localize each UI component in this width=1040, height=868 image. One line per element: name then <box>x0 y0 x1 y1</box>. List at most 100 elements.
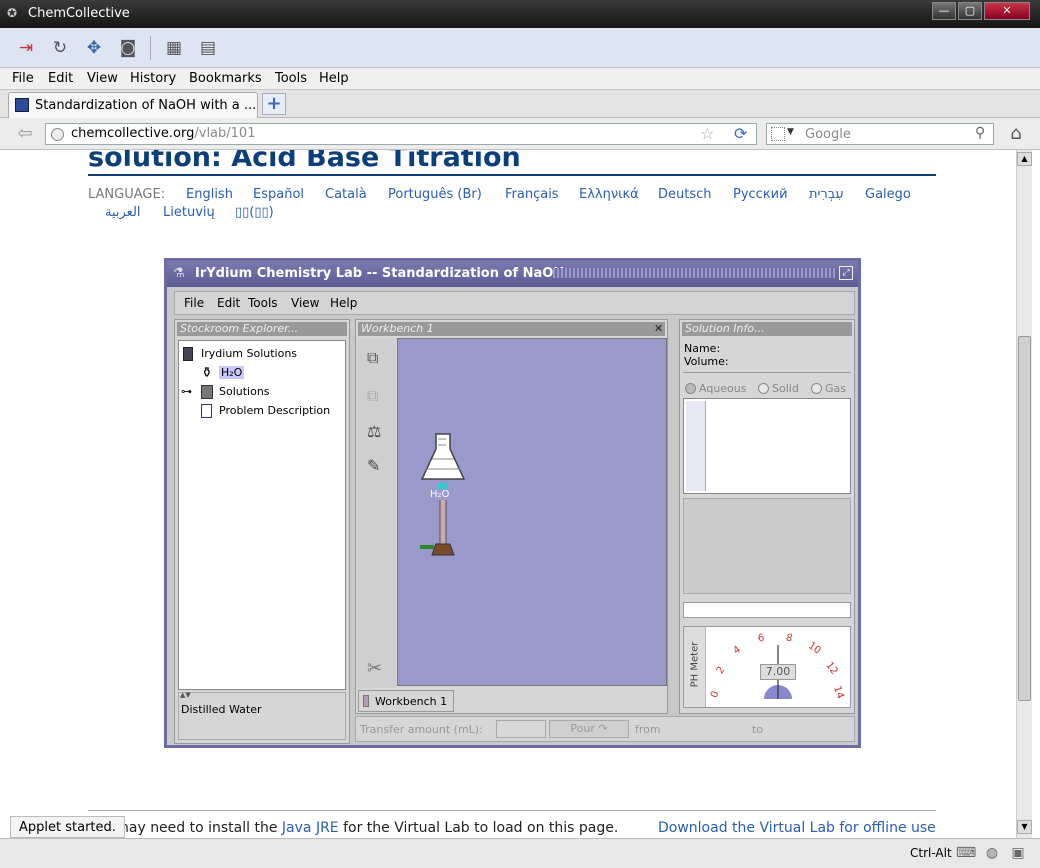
chemistry-lab-applet[interactable]: ⚗ IrYdium Chemistry Lab -- Standardizati… <box>164 258 861 748</box>
paste-icon[interactable]: ⧉ <box>367 386 378 406</box>
favicon-icon <box>15 98 29 112</box>
refresh-icon[interactable]: ⟳ <box>734 124 747 143</box>
lang-francais[interactable]: Français <box>505 187 559 202</box>
keyboard-icon[interactable]: ⌨ <box>956 845 976 863</box>
transfer-label: Transfer amount (mL): <box>360 723 483 736</box>
power-icon[interactable]: ◍ <box>982 845 1002 863</box>
camera-icon[interactable]: ◙ <box>116 36 140 60</box>
scroll-thumb[interactable] <box>1018 336 1031 701</box>
menu-tools[interactable]: Tools <box>275 71 307 86</box>
volume-label: Volume: <box>684 355 729 368</box>
scroll-up-icon[interactable]: ▲ <box>1017 152 1032 166</box>
burner-tube <box>439 498 447 545</box>
ph-value: 7.00 <box>760 664 796 680</box>
bookmark-star-icon[interactable]: ☆ <box>700 124 714 143</box>
lang-english[interactable]: English <box>186 187 233 202</box>
search-field[interactable]: ▼ Google ⚲ <box>766 123 994 145</box>
menu-history[interactable]: History <box>130 71 176 86</box>
lang-arabic[interactable]: العربية <box>105 205 141 220</box>
tree-item-solutions[interactable]: Solutions <box>219 385 270 398</box>
network-icon[interactable]: ▣ <box>1008 845 1028 863</box>
lang-deutsch[interactable]: Deutsch <box>658 187 712 202</box>
lang-chinese[interactable]: ▯▯(▯▯) <box>235 205 274 220</box>
applet-menu-help[interactable]: Help <box>330 296 357 310</box>
workbench-toolbar: ⧉ ⧉ ⚖ ✎ ✂ <box>358 338 396 688</box>
url-text[interactable]: chemcollective.org/vlab/101 <box>71 126 255 141</box>
applet-menu-view[interactable]: View <box>291 296 319 310</box>
menu-view[interactable]: View <box>87 71 118 86</box>
minimize-button[interactable]: — <box>932 2 956 20</box>
gas-valve[interactable] <box>420 545 434 549</box>
book-icon <box>183 347 193 361</box>
applet-titlebar[interactable]: ⚗ IrYdium Chemistry Lab -- Standardizati… <box>167 261 858 287</box>
workbench-panel: Workbench 1 ✕ ⧉ ⧉ ⚖ ✎ ✂ H₂O Workbench 1 <box>355 319 668 714</box>
tree-root[interactable]: Irydium Solutions <box>201 347 297 360</box>
burner-flask-svg[interactable] <box>398 339 668 687</box>
search-icon[interactable]: ⚲ <box>975 125 985 141</box>
scale-icon[interactable]: ⚖ <box>367 422 381 441</box>
radio-aqueous[interactable]: Aqueous <box>685 382 747 395</box>
solution-info-header: Solution Info... <box>682 322 852 336</box>
flask-shape[interactable] <box>420 433 466 480</box>
transfer-amount-input[interactable] <box>496 720 546 738</box>
species-list[interactable] <box>683 398 851 494</box>
scroll-down-icon[interactable]: ▼ <box>1017 820 1032 834</box>
lang-portugues[interactable]: Português (Br) <box>388 187 482 202</box>
ph-meter: PH Meter 0 2 4 6 8 10 12 14 7.00 <box>683 626 851 708</box>
reload-icon[interactable]: ↻ <box>48 36 72 60</box>
menu-bookmarks[interactable]: Bookmarks <box>189 71 262 86</box>
lang-galego[interactable]: Galego <box>865 187 911 202</box>
pour-button[interactable]: Pour ↷ <box>549 720 629 738</box>
workbench-canvas[interactable]: H₂O <box>397 338 667 686</box>
close-workbench-icon[interactable]: ✕ <box>654 322 663 335</box>
page-heading: solution: Acid Base Titration <box>88 150 521 173</box>
home-icon[interactable]: ⌂ <box>1004 122 1028 146</box>
radio-gas[interactable]: Gas <box>811 382 846 395</box>
applet-menu-edit[interactable]: Edit <box>217 296 240 310</box>
maximize-icon[interactable]: ⤢ <box>839 266 853 280</box>
tree-item-h2o[interactable]: H₂O <box>219 366 245 379</box>
zoom-page-icon[interactable]: ▦ <box>162 36 186 60</box>
workbench-tab[interactable]: Workbench 1 <box>358 690 454 712</box>
search-engine-icon[interactable] <box>771 127 785 141</box>
lang-lithuanian[interactable]: Lietuvių <box>163 205 215 220</box>
lang-greek[interactable]: Ελληνικά <box>579 187 639 202</box>
applet-menu-file[interactable]: File <box>184 296 204 310</box>
solution-info-panel: Solution Info... Name: Volume: Aqueous S… <box>679 319 855 714</box>
tool-icon[interactable]: ✎ <box>367 456 380 475</box>
tree-expand-icon[interactable]: ⊶ <box>181 385 192 398</box>
new-tab-button[interactable]: + <box>262 93 286 115</box>
resize-arrows-icon[interactable]: ▲▼ <box>180 691 191 699</box>
tree-item-problem[interactable]: Problem Description <box>219 404 330 417</box>
close-button[interactable]: ✕ <box>984 2 1030 20</box>
scissors-icon[interactable]: ✂ <box>367 658 382 679</box>
java-jre-link[interactable]: Java JRE <box>282 820 339 836</box>
workbench-header: Workbench 1 <box>358 322 665 336</box>
lang-russian[interactable]: Русский <box>733 187 788 202</box>
download-offline-link[interactable]: Download the Virtual Lab for offline use <box>658 820 936 836</box>
menu-help[interactable]: Help <box>319 71 349 86</box>
info-text-field[interactable] <box>683 602 851 618</box>
menu-edit[interactable]: Edit <box>48 71 73 86</box>
titlebar-grip[interactable] <box>553 268 835 278</box>
url-field[interactable]: chemcollective.org/vlab/101 ☆ ⟳ <box>45 123 757 145</box>
lang-hebrew[interactable]: עִבְרִית <box>809 187 844 202</box>
back-arrow-icon[interactable]: ⇦ <box>12 123 38 145</box>
applet-menu-tools[interactable]: Tools <box>248 296 278 310</box>
radio-solid-label: Solid <box>772 382 799 395</box>
tab-standardization[interactable]: Standardization of NaOH with a ... <box>8 92 258 118</box>
lang-catala[interactable]: Català <box>325 187 367 202</box>
copy-icon[interactable]: ⧉ <box>367 348 378 368</box>
menu-file[interactable]: File <box>12 71 34 86</box>
exit-icon[interactable]: ⇥ <box>14 36 38 60</box>
maximize-button[interactable]: ▢ <box>958 2 982 20</box>
vertical-scrollbar[interactable]: ▲ ▼ <box>1016 150 1032 838</box>
radio-dot <box>758 383 769 394</box>
page-icon[interactable]: ▤ <box>196 36 220 60</box>
info-blank-area <box>683 498 851 594</box>
fullscreen-icon[interactable]: ✥ <box>82 36 106 60</box>
lang-espanol[interactable]: Español <box>253 187 304 202</box>
applet-title: IrYdium Chemistry Lab -- Standardization… <box>195 266 565 281</box>
radio-solid[interactable]: Solid <box>758 382 799 395</box>
chevron-down-icon[interactable]: ▼ <box>787 127 794 137</box>
